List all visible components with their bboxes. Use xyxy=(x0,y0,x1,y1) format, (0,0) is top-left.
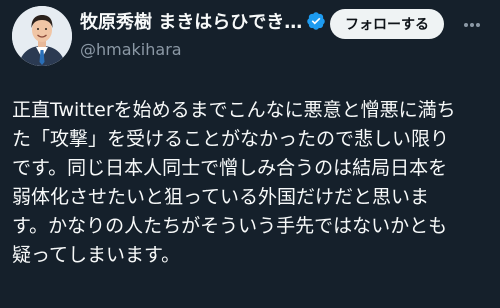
more-dots-icon[interactable] xyxy=(457,10,487,40)
tweet-text: 正直Twitterを始めるまでこんなに悪意と憎悪に満ち た「攻撃」を受けることが… xyxy=(12,96,488,270)
user-handle[interactable]: @hmakihara xyxy=(80,40,330,59)
verified-badge-icon xyxy=(306,11,326,31)
display-name[interactable]: 牧原秀樹 まきはらひでき… xyxy=(80,8,302,34)
tweet-text-line: 弱体化させたいと狙っている外国だけだと思いま xyxy=(12,186,430,208)
tweet-text-line: す。かなりの人たちがそういう手先ではないかとも xyxy=(12,215,448,237)
tweet-text-line: た「攻撃」を受けることがなかったので悲しい限り xyxy=(12,128,450,150)
tweet-text-line: 正直Twitterを始めるまでこんなに悪意と憎悪に満ち xyxy=(12,99,456,121)
tweet-text-line: 疑ってしまいます。 xyxy=(12,244,181,266)
tweet-text-line: です。同じ日本人同士で憎しみ合うのは結局日本を xyxy=(12,157,448,179)
tweet-card: 牧原秀樹 まきはらひでき… @hmakihara フォローする 正直Twitte… xyxy=(0,0,500,308)
avatar[interactable] xyxy=(12,6,72,66)
name-row: 牧原秀樹 まきはらひでき… xyxy=(80,8,330,34)
follow-button[interactable]: フォローする xyxy=(330,9,444,39)
tweet-header: 牧原秀樹 まきはらひでき… @hmakihara xyxy=(80,8,330,59)
